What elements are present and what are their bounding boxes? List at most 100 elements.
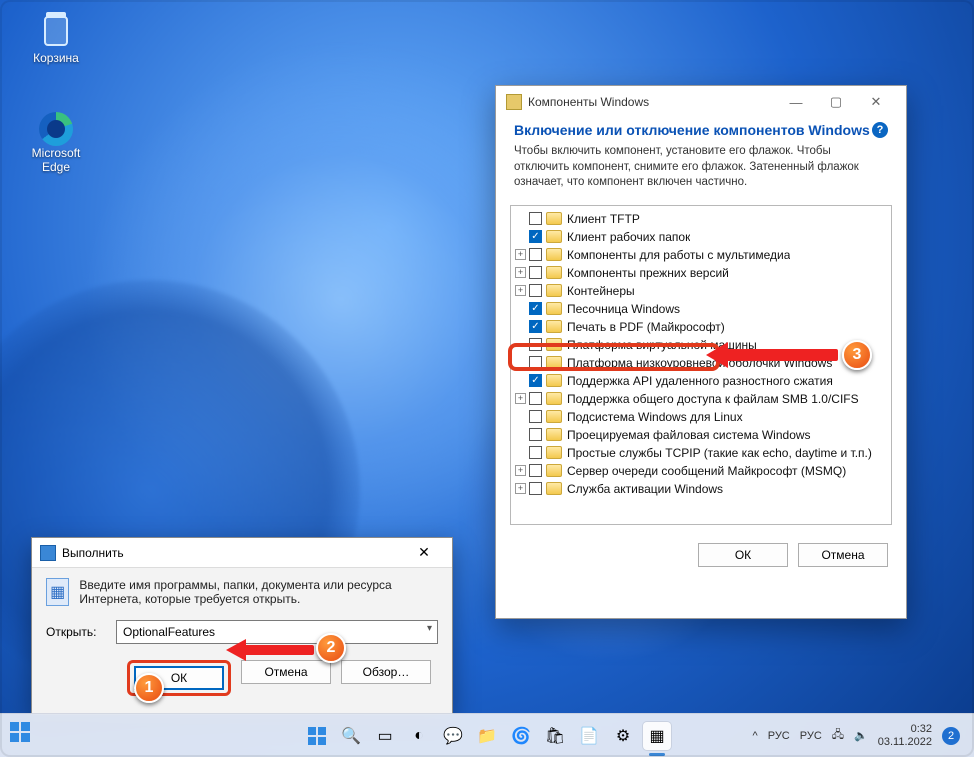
features-heading: Включение или отключение компонентов Win…	[514, 122, 888, 138]
feature-checkbox[interactable]: ✓	[529, 320, 542, 333]
features-tree[interactable]: Клиент TFTP✓Клиент рабочих папок+Компоне…	[510, 205, 892, 525]
tree-expander-icon[interactable]: +	[515, 393, 526, 404]
minimize-button[interactable]: —	[776, 88, 816, 116]
run-close-button[interactable]: ✕	[404, 544, 444, 561]
tray-network-icon[interactable]: 🖧	[832, 726, 844, 745]
run-open-label: Открыть:	[46, 625, 116, 639]
taskbar-settings-icon[interactable]: ⚙	[609, 722, 637, 750]
feature-item[interactable]: ✓ Печать в PDF (Майкрософт)	[529, 318, 891, 336]
run-cancel-button[interactable]: Отмена	[241, 660, 331, 684]
chevron-down-icon[interactable]: ▾	[427, 623, 432, 634]
annotation-badge-2: 2	[316, 633, 346, 663]
features-description: Чтобы включить компонент, установите его…	[514, 144, 888, 191]
feature-item[interactable]: ✓Поддержка API удаленного разностного сж…	[529, 372, 891, 390]
taskbar-chat-icon[interactable]: 💬	[439, 722, 467, 750]
maximize-button[interactable]: ▢	[816, 88, 856, 116]
folder-icon	[546, 338, 562, 351]
folder-icon	[546, 392, 562, 405]
taskbar-notepad-icon[interactable]: 📄	[575, 722, 603, 750]
feature-checkbox[interactable]	[529, 482, 542, 495]
feature-checkbox[interactable]	[529, 464, 542, 477]
feature-item[interactable]: ✓ Песочница Windows	[529, 300, 891, 318]
tree-expander-icon[interactable]: +	[515, 465, 526, 476]
feature-label: Контейнеры	[567, 284, 635, 298]
run-title-icon	[40, 545, 56, 561]
folder-icon	[546, 428, 562, 441]
features-title-text: Компоненты Windows	[528, 95, 649, 109]
feature-label: Печать в PDF (Майкрософт)	[567, 320, 725, 334]
feature-label: Компоненты прежних версий	[567, 266, 729, 280]
feature-checkbox[interactable]	[529, 446, 542, 459]
feature-label: Песочница Windows	[567, 302, 680, 316]
desktop-icon-recycle-bin[interactable]: Корзина	[18, 12, 94, 65]
features-titlebar[interactable]: Компоненты Windows — ▢ ✕	[496, 86, 906, 118]
tree-expander-icon[interactable]: +	[515, 483, 526, 494]
folder-icon	[546, 374, 562, 387]
taskbar-pinned-apps: 🔍 ▭ ◐ 💬 📁 🌀 🛍 📄 ⚙ ▦	[303, 722, 671, 750]
feature-item[interactable]: +Поддержка общего доступа к файлам SMB 1…	[529, 390, 891, 408]
run-titlebar[interactable]: Выполнить ✕	[32, 538, 452, 568]
help-icon[interactable]: ?	[872, 122, 888, 138]
tray-lang-2[interactable]: РУС	[800, 730, 822, 742]
desktop-icon-edge[interactable]: Microsoft Edge	[18, 112, 94, 174]
annotation-badge-1: 1	[134, 673, 164, 703]
feature-item[interactable]: +Сервер очереди сообщений Майкрософт (MS…	[529, 462, 891, 480]
tray-chevron-up-icon[interactable]: ^	[753, 730, 758, 742]
run-title-text: Выполнить	[62, 546, 124, 560]
feature-checkbox[interactable]	[529, 356, 542, 369]
feature-checkbox[interactable]: ✓	[529, 302, 542, 315]
windows-logo-icon	[10, 722, 30, 742]
feature-label: Подсистема Windows для Linux	[567, 410, 743, 424]
feature-checkbox[interactable]	[529, 212, 542, 225]
feature-item[interactable]: +Контейнеры	[529, 282, 891, 300]
tree-expander-icon[interactable]: +	[515, 249, 526, 260]
tray-lang-1[interactable]: РУС	[768, 730, 790, 742]
feature-item[interactable]: Подсистема Windows для Linux	[529, 408, 891, 426]
taskbar-start[interactable]	[303, 722, 331, 750]
feature-label: Простые службы TCPIP (такие как echo, da…	[567, 446, 872, 460]
taskbar-search-icon[interactable]: 🔍	[337, 722, 365, 750]
feature-item[interactable]: Клиент TFTP	[529, 210, 891, 228]
run-open-input[interactable]	[116, 620, 438, 644]
feature-checkbox[interactable]	[529, 284, 542, 297]
tree-expander-icon[interactable]: +	[515, 267, 526, 278]
feature-label: Поддержка общего доступа к файлам SMB 1.…	[567, 392, 859, 406]
feature-checkbox[interactable]	[529, 410, 542, 423]
feature-checkbox[interactable]	[529, 338, 542, 351]
taskbar-store-icon[interactable]: 🛍	[541, 722, 569, 750]
tray-clock[interactable]: 0:32 03.11.2022	[878, 723, 932, 748]
feature-item[interactable]: +Компоненты для работы с мультимедиа	[529, 246, 891, 264]
feature-item[interactable]: ✓Клиент рабочих папок	[529, 228, 891, 246]
taskbar-taskview-icon[interactable]: ▭	[371, 722, 399, 750]
desktop-icon-label: Корзина	[33, 51, 79, 65]
run-body-icon: ▦	[46, 578, 69, 606]
feature-checkbox[interactable]	[529, 266, 542, 279]
feature-item[interactable]: +Служба активации Windows	[529, 480, 891, 498]
feature-checkbox[interactable]	[529, 428, 542, 441]
tray-volume-icon[interactable]: 🔈	[854, 729, 868, 742]
run-browse-button[interactable]: Обзор…	[341, 660, 431, 684]
feature-label: Сервер очереди сообщений Майкрософт (MSM…	[567, 464, 846, 478]
feature-checkbox[interactable]	[529, 248, 542, 261]
feature-checkbox[interactable]	[529, 392, 542, 405]
taskbar-widgets-icon[interactable]: ◐	[405, 722, 433, 750]
features-cancel-button[interactable]: Отмена	[798, 543, 888, 567]
taskbar-explorer-icon[interactable]: 📁	[473, 722, 501, 750]
features-ok-button[interactable]: ОК	[698, 543, 788, 567]
feature-checkbox[interactable]: ✓	[529, 374, 542, 387]
taskbar-run-app[interactable]: ▦	[643, 722, 671, 750]
feature-label: Клиент TFTP	[567, 212, 640, 226]
close-button[interactable]: ✕	[856, 88, 896, 116]
folder-icon	[546, 446, 562, 459]
start-button[interactable]	[10, 722, 38, 750]
feature-item[interactable]: Простые службы TCPIP (такие как echo, da…	[529, 444, 891, 462]
tree-expander-icon[interactable]: +	[515, 285, 526, 296]
taskbar-edge-icon[interactable]: 🌀	[507, 722, 535, 750]
folder-icon	[546, 482, 562, 495]
run-dialog: Выполнить ✕ ▦ Введите имя программы, пап…	[31, 537, 453, 715]
tray-notification-badge[interactable]: 2	[942, 727, 960, 745]
feature-item[interactable]: Проецируемая файловая система Windows	[529, 426, 891, 444]
feature-item[interactable]: +Компоненты прежних версий	[529, 264, 891, 282]
feature-label: Служба активации Windows	[567, 482, 723, 496]
feature-checkbox[interactable]: ✓	[529, 230, 542, 243]
